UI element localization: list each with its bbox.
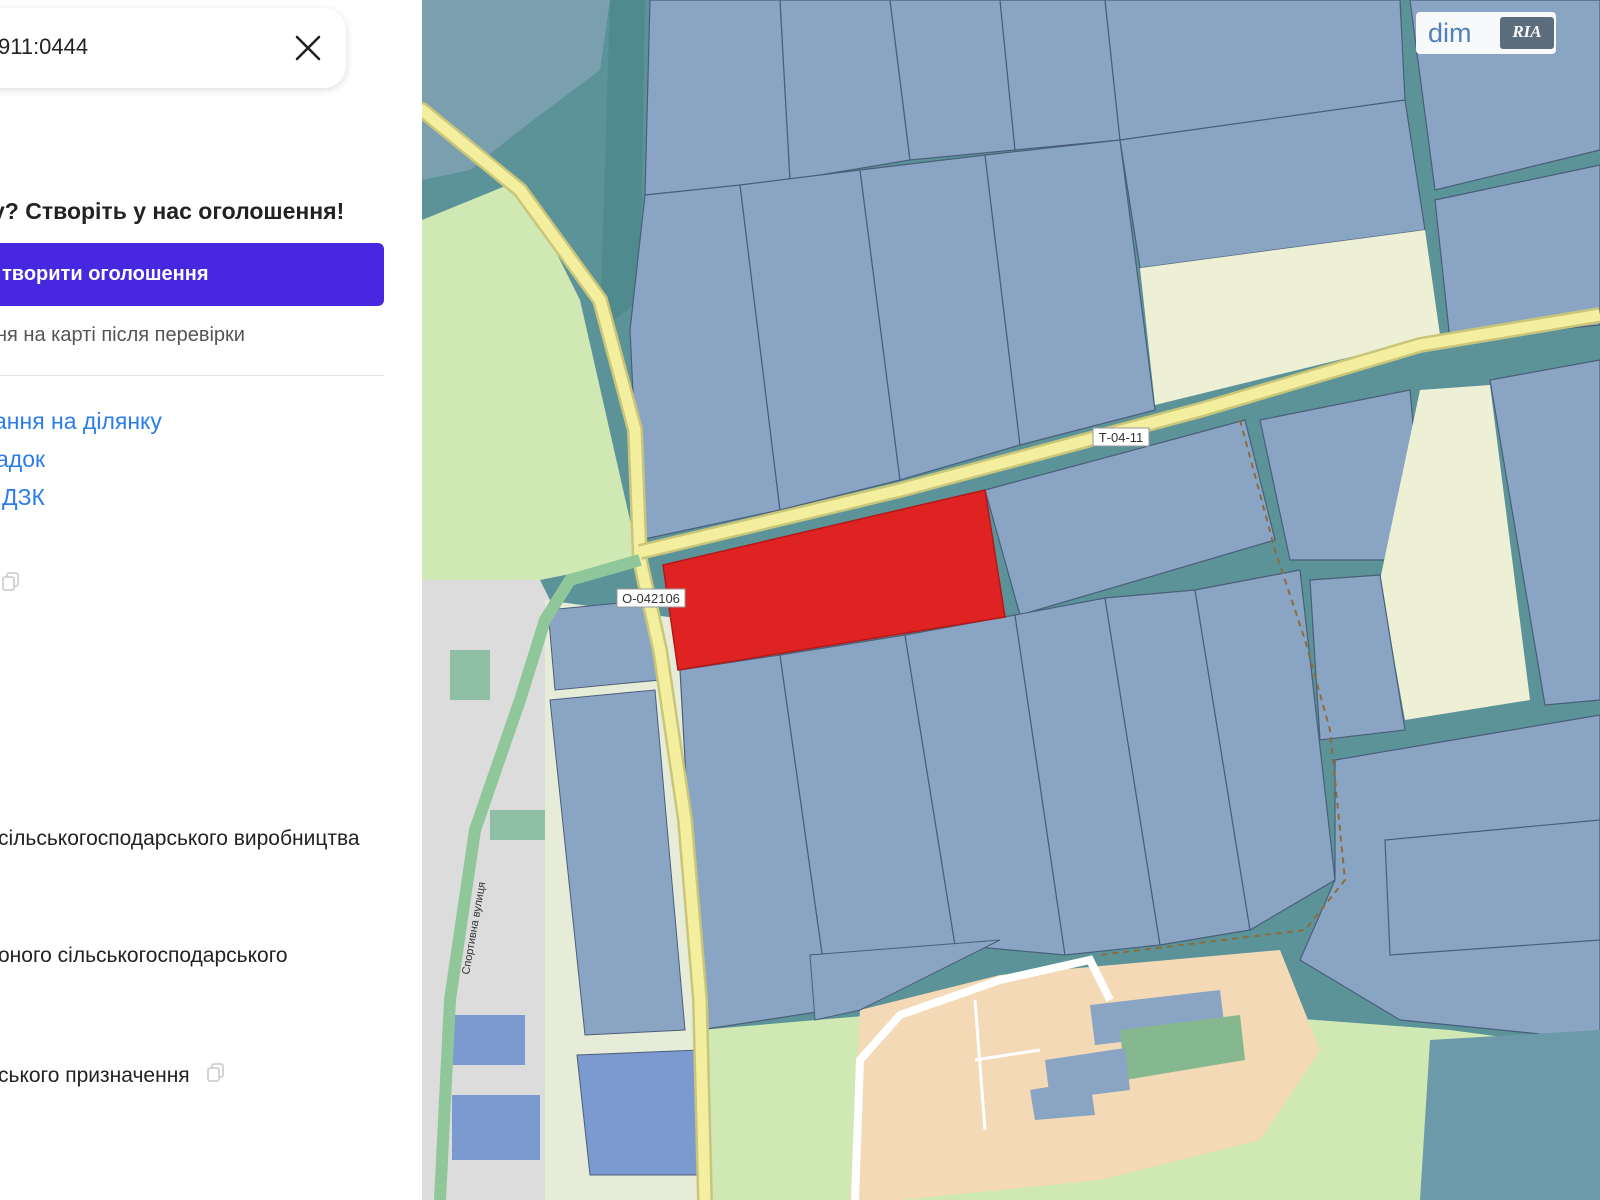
search-query[interactable]: 911:0444 (0, 34, 88, 60)
purpose-line-2: оного сільськогосподарського (0, 944, 288, 967)
logo-ria-badge: RIA (1500, 17, 1554, 49)
road-label-t0411: Т-04-11 (1099, 430, 1144, 445)
parcel (547, 599, 661, 691)
promo-title: у? Створіть у нас оголошення! (0, 198, 345, 224)
dzk-link[interactable]: ДЗК (2, 484, 45, 511)
parcel (889, 0, 1016, 161)
parcel-info-panel: 911:0444 у? Створіть у нас оголошення! т… (0, 0, 422, 1200)
purpose-line-1: сільськогосподарського виробництва (0, 827, 360, 850)
green-plot (450, 650, 490, 700)
extract-link[interactable]: адок (0, 446, 45, 473)
building-block (452, 1015, 525, 1065)
parcel (644, 0, 791, 196)
green-plot (490, 810, 545, 840)
parcel (779, 0, 911, 181)
building-block (452, 1095, 540, 1160)
create-listing-button[interactable]: творити оголошення (0, 243, 384, 306)
logo-ria-text: RIA (1512, 22, 1542, 41)
copy-icon[interactable] (0, 570, 22, 592)
parcel-se (1420, 1030, 1600, 1200)
parcel (576, 1049, 701, 1176)
road-label-o042106: О-042106 (622, 591, 680, 606)
parcel (999, 0, 1121, 151)
parcel-request-link[interactable]: ання на ділянку (0, 408, 162, 435)
divider (0, 375, 384, 376)
promo-note: ня на карті після перевірки (0, 324, 245, 346)
copy-purpose-icon[interactable] (205, 1061, 227, 1083)
dim-ria-logo: dim RIA (1416, 12, 1556, 54)
map-canvas[interactable]: Т-04-11 О-042106 Спортивна вулиця (422, 0, 1600, 1200)
create-listing-label: творити оголошення (2, 263, 209, 285)
purpose-line-3: ського призначення (0, 1064, 190, 1087)
close-search-button[interactable] (288, 28, 328, 68)
close-icon[interactable] (288, 28, 328, 68)
cadastral-map[interactable]: Т-04-11 О-042106 Спортивна вулиця dim RI… (422, 0, 1600, 1200)
search-box[interactable]: 911:0444 (0, 8, 346, 88)
logo-dim-text: dim (1428, 18, 1472, 48)
